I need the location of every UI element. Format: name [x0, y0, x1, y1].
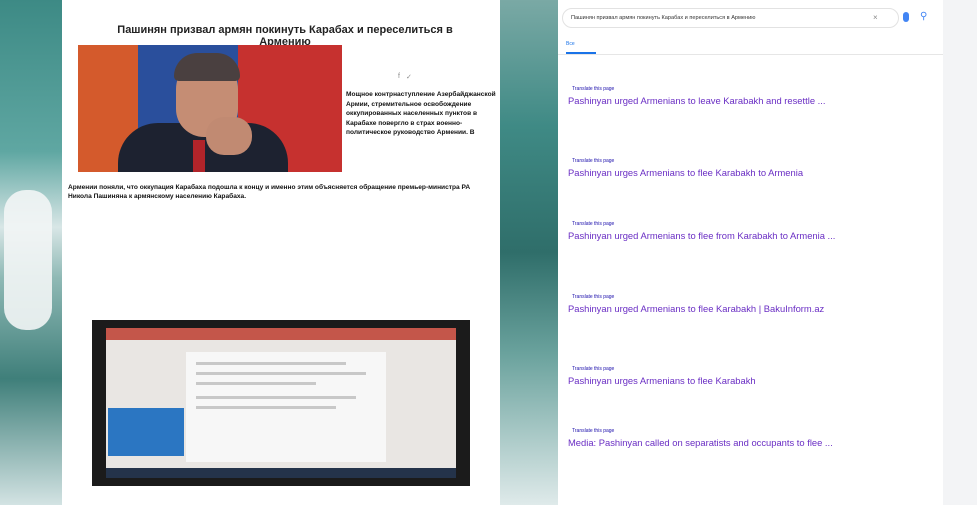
- share-buttons: f ✓: [392, 73, 412, 81]
- result-title[interactable]: Pashinyan urged Armenians to flee from K…: [568, 230, 928, 241]
- laptop-screen-header: [106, 328, 456, 340]
- article-lead-continuation: Армении поняли, что оккупация Карабаха п…: [68, 184, 471, 201]
- photo-hair: [174, 53, 240, 81]
- search-result: Translate this page Pashinyan urges Arme…: [568, 366, 928, 388]
- tab-news[interactable]: [598, 41, 630, 47]
- laptop-screen-panel: [186, 352, 386, 462]
- result-url[interactable]: Translate this page: [568, 158, 928, 164]
- screen-text-line: [196, 396, 356, 399]
- background-left: [0, 0, 62, 505]
- laptop-screen-image: [108, 408, 184, 456]
- result-url[interactable]: Translate this page: [568, 294, 928, 300]
- article-photo: [78, 45, 342, 172]
- translate-link[interactable]: Translate this page: [572, 158, 614, 164]
- tabs-divider: [558, 54, 943, 55]
- facebook-icon[interactable]: f: [398, 73, 400, 81]
- search-icon[interactable]: ⚲: [920, 11, 927, 22]
- search-tabs: Все: [566, 41, 941, 47]
- background-shape: [4, 190, 52, 330]
- clear-icon[interactable]: ×: [873, 13, 878, 22]
- result-title[interactable]: Media: Pashinyan called on separatists a…: [568, 437, 928, 448]
- screen-text-line: [196, 372, 366, 375]
- search-result: Translate this page Media: Pashinyan cal…: [568, 428, 928, 450]
- result-title[interactable]: Pashinyan urged Armenians to flee Karaba…: [568, 303, 928, 314]
- article-lead-text: Мощное контрнаступление Азербайджанской …: [346, 91, 496, 137]
- laptop-taskbar: [106, 468, 456, 478]
- translate-link[interactable]: Translate this page: [572, 366, 614, 372]
- result-url[interactable]: Translate this page: [568, 86, 928, 92]
- result-title[interactable]: Pashinyan urged Armenians to leave Karab…: [568, 95, 928, 106]
- search-result: Translate this page Pashinyan urged Arme…: [568, 294, 928, 316]
- tab-images[interactable]: [662, 41, 694, 47]
- screen-text-line: [196, 382, 316, 385]
- news-article-panel: Пашинян призвал армян покинуть Карабах и…: [62, 0, 500, 505]
- background-right: [943, 0, 977, 505]
- search-input[interactable]: Пашинян призвал армян покинуть Карабах и…: [562, 8, 899, 28]
- photo-hand: [206, 117, 252, 155]
- search-result: Translate this page Pashinyan urged Arme…: [568, 86, 928, 108]
- translate-link[interactable]: Translate this page: [572, 294, 614, 300]
- background-middle: [500, 0, 558, 505]
- search-result: Translate this page Pashinyan urged Arme…: [568, 221, 928, 243]
- result-url[interactable]: Translate this page: [568, 221, 928, 227]
- result-url[interactable]: Translate this page: [568, 428, 928, 434]
- laptop-photo: [92, 320, 470, 486]
- translate-link[interactable]: Translate this page: [572, 86, 614, 92]
- tab-maps[interactable]: [694, 41, 726, 47]
- microphone-icon[interactable]: [903, 12, 909, 22]
- tab-all[interactable]: Все: [566, 41, 598, 47]
- search-result: Translate this page Pashinyan urges Arme…: [568, 158, 928, 180]
- search-results-panel: Пашинян призвал армян покинуть Карабах и…: [558, 0, 943, 505]
- result-url[interactable]: Translate this page: [568, 366, 928, 372]
- result-title[interactable]: Pashinyan urges Armenians to flee Karaba…: [568, 375, 928, 386]
- tab-videos[interactable]: [630, 41, 662, 47]
- laptop-screen: [106, 328, 456, 478]
- twitter-icon[interactable]: ✓: [406, 73, 412, 81]
- photo-tie: [193, 140, 205, 172]
- screen-text-line: [196, 362, 346, 365]
- translate-link[interactable]: Translate this page: [572, 428, 614, 434]
- result-title[interactable]: Pashinyan urges Armenians to flee Karaba…: [568, 167, 928, 178]
- translate-link[interactable]: Translate this page: [572, 221, 614, 227]
- tab-more[interactable]: [726, 41, 758, 47]
- screen-text-line: [196, 406, 336, 409]
